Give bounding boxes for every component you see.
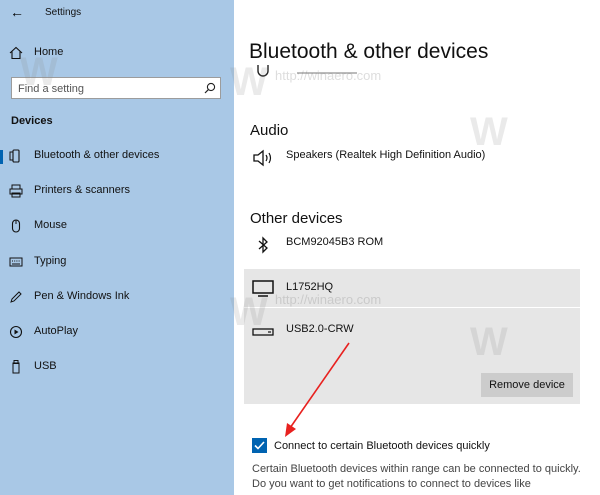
scrolled-item-partial: [249, 63, 589, 77]
home-icon: [8, 45, 24, 61]
sidebar-item-printers[interactable]: Printers & scanners: [0, 176, 234, 206]
search-box[interactable]: [11, 77, 221, 100]
window-title: Settings: [45, 7, 82, 18]
back-arrow-icon[interactable]: ←: [10, 4, 24, 20]
sidebar-item-label: Printers & scanners: [34, 184, 130, 196]
quick-connect-checkbox[interactable]: [252, 438, 267, 453]
page-title: Bluetooth & other devices: [249, 40, 489, 63]
device-name: Speakers (Realtek High Definition Audio): [286, 149, 486, 161]
sidebar-item-label: Bluetooth & other devices: [34, 149, 160, 161]
sidebar-item-typing[interactable]: Typing: [0, 247, 234, 277]
monitor-icon: [252, 280, 274, 297]
quick-connect-label[interactable]: Connect to certain Bluetooth devices qui…: [274, 440, 490, 452]
autoplay-icon: [8, 324, 24, 340]
sidebar-item-pen[interactable]: Pen & Windows Ink: [0, 282, 234, 312]
audio-heading: Audio: [250, 122, 289, 139]
bluetooth-devices-icon: [8, 148, 24, 164]
bluetooth-icon: [258, 236, 268, 254]
device-row-monitor[interactable]: L1752HQ: [244, 269, 580, 307]
main-content: Bluetooth & other devices Audio Speakers…: [234, 0, 600, 495]
sidebar-item-bluetooth[interactable]: Bluetooth & other devices: [0, 141, 234, 171]
sidebar-item-autoplay[interactable]: AutoPlay: [0, 317, 234, 347]
sidebar-item-label: Pen & Windows Ink: [34, 290, 130, 302]
sidebar-item-usb[interactable]: USB: [0, 352, 234, 382]
remove-device-button[interactable]: Remove device: [481, 373, 573, 397]
other-devices-heading: Other devices: [250, 210, 343, 227]
search-input[interactable]: [12, 78, 200, 100]
device-name: USB2.0-CRW: [286, 323, 354, 335]
nav-home[interactable]: Home: [0, 38, 234, 68]
usb-icon: [8, 359, 24, 375]
pen-icon: [8, 289, 24, 305]
usb-drive-icon: [252, 328, 274, 336]
search-icon[interactable]: [204, 82, 216, 94]
device-name: BCM92045B3 ROM: [286, 236, 384, 248]
speaker-icon: [253, 149, 272, 167]
device-name: L1752HQ: [286, 281, 334, 293]
nav-home-label: Home: [34, 46, 64, 58]
sidebar-item-label: AutoPlay: [34, 325, 79, 337]
sidebar-item-mouse[interactable]: Mouse: [0, 211, 234, 241]
sidebar-item-label: Mouse: [34, 219, 68, 231]
title-bar: ← Settings: [0, 0, 234, 28]
sidebar-item-label: Typing: [34, 255, 67, 267]
device-row-bcm[interactable]: BCM92045B3 ROM: [244, 226, 580, 264]
quick-connect-description: Certain Bluetooth devices within range c…: [252, 463, 581, 490]
mouse-icon: [8, 218, 24, 234]
sidebar-item-label: USB: [34, 360, 57, 372]
settings-sidebar: ← Settings Home Devices Bluetooth & othe…: [0, 0, 234, 495]
section-heading-devices: Devices: [11, 115, 53, 127]
checkmark-icon: [254, 441, 265, 450]
device-row-speakers[interactable]: Speakers (Realtek High Definition Audio): [244, 139, 580, 177]
selection-indicator: [0, 150, 3, 164]
printer-icon: [8, 183, 24, 199]
keyboard-icon: [8, 254, 24, 270]
